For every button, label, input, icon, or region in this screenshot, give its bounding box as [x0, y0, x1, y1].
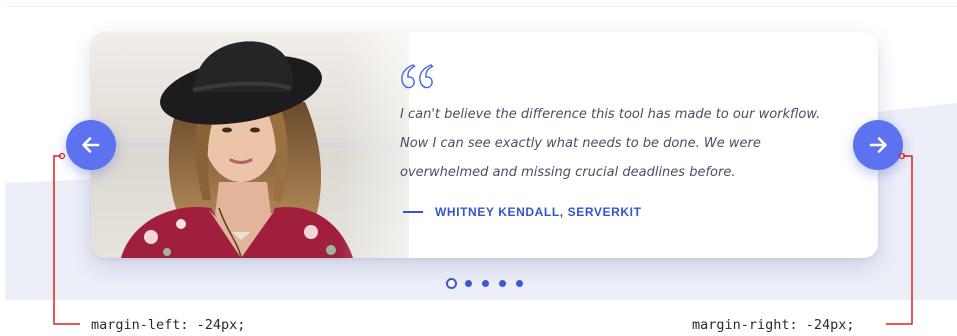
- testimonial-section: I can't believe the difference this tool…: [5, 6, 957, 300]
- quote-icon: [401, 64, 434, 89]
- author-dash: [403, 211, 423, 213]
- pagination-dot-2[interactable]: [465, 279, 472, 287]
- author-name: WHITNEY KENDALL, SERVERKIT: [435, 205, 642, 219]
- carousel-pagination: [446, 277, 533, 289]
- arrow-right-icon: [869, 137, 887, 153]
- next-button[interactable]: [853, 120, 903, 170]
- margin-left-annotation: margin-left: -24px;: [91, 317, 246, 333]
- testimonial-author: WHITNEY KENDALL, SERVERKIT: [403, 204, 642, 220]
- pagination-dot-4[interactable]: [499, 279, 506, 287]
- arrow-left-icon: [82, 137, 100, 153]
- testimonial-quote: I can't believe the difference this tool…: [400, 100, 840, 187]
- testimonial-photo: [91, 32, 409, 258]
- pagination-dot-3[interactable]: [482, 279, 489, 287]
- testimonial-card: I can't believe the difference this tool…: [91, 32, 878, 258]
- previous-button[interactable]: [66, 120, 116, 170]
- quote-line: Now I can see exactly what needs to be d…: [400, 136, 761, 151]
- quote-line: I can't believe the difference this tool…: [400, 107, 821, 122]
- margin-right-annotation: margin-right: -24px;: [692, 317, 855, 333]
- pagination-dot-5[interactable]: [516, 279, 523, 287]
- quote-line: overwhelmed and missing crucial deadline…: [400, 165, 736, 180]
- pagination-dot-1[interactable]: [446, 277, 457, 289]
